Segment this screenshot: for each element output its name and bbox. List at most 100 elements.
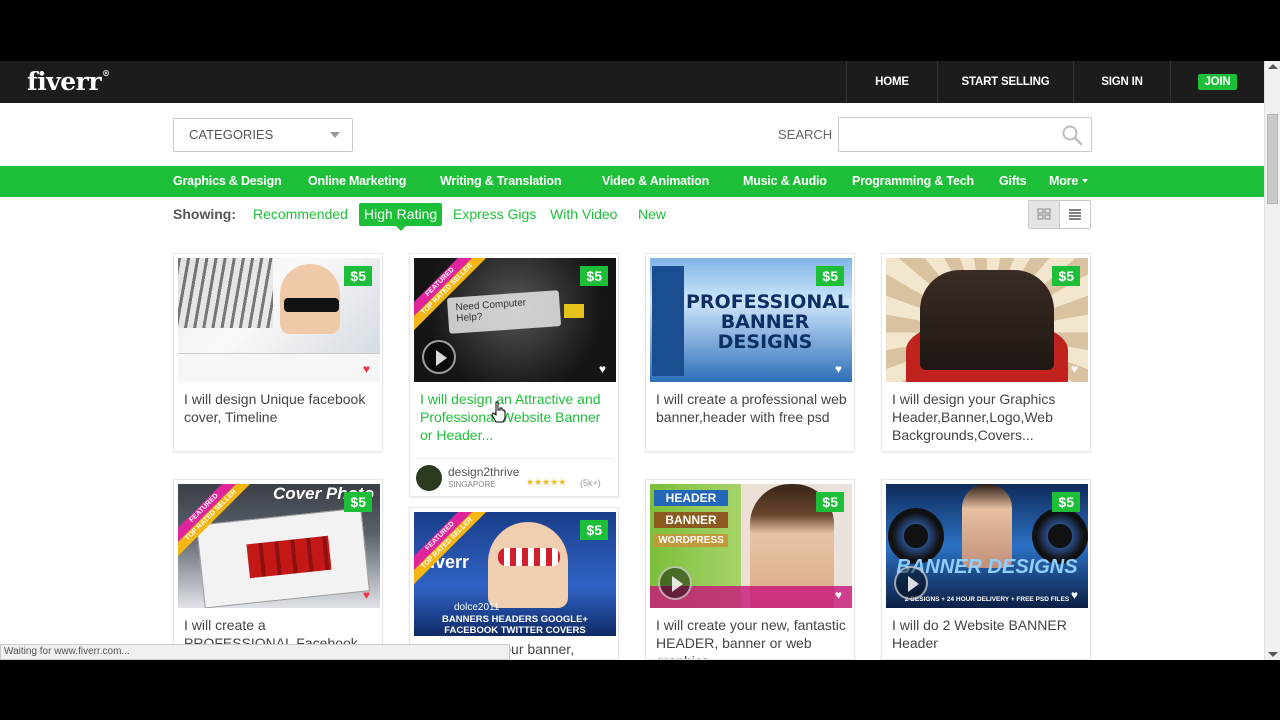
caret-down-icon <box>1082 179 1089 183</box>
gig-card[interactable]: fiverr dolce2011 BANNERS HEADERS GOOGLE+… <box>409 507 619 660</box>
gig-title[interactable]: I will create your new, fantastic HEADER… <box>656 616 848 659</box>
gig-card[interactable]: Need Computer Help? $5 ♥ FEATURED TOP RAT… <box>409 253 619 497</box>
gig-thumbnail[interactable]: HEADER BANNER WORDPRESS $5 ♥ <box>650 484 852 608</box>
filter-recommended[interactable]: Recommended <box>253 203 348 226</box>
category-video-animation[interactable]: Video & Animation <box>602 166 709 197</box>
play-icon[interactable] <box>658 566 692 600</box>
thumb-tag-stack: HEADER BANNER WORDPRESS <box>654 490 728 547</box>
gig-card[interactable]: PROFESSIONAL BANNER DESIGNS $5 ♥ I will … <box>645 253 855 452</box>
heart-icon[interactable]: ♥ <box>835 588 842 602</box>
hand-cursor-icon <box>491 401 506 423</box>
star-rating: ★★★★★ <box>526 477 567 487</box>
price-badge: $5 <box>344 492 372 512</box>
gig-thumbnail[interactable]: PROFESSIONAL BANNER DESIGNS $5 ♥ <box>650 258 852 382</box>
top-navigation-bar: fiverr® HOME START SELLING SIGN IN JOIN <box>0 61 1264 103</box>
gig-card[interactable]: BANNER DESIGNS 2 DESIGNS + 24 HOUR DELIV… <box>881 479 1091 660</box>
list-view-button[interactable] <box>1060 201 1090 228</box>
filter-express-gigs[interactable]: Express Gigs <box>453 203 536 226</box>
category-gifts[interactable]: Gifts <box>999 166 1027 197</box>
showing-label: Showing: <box>173 206 236 222</box>
category-online-marketing[interactable]: Online Marketing <box>308 166 406 197</box>
gig-thumbnail[interactable]: Cover Photo $5 ♥ FEATURED TOP RATED SELLE… <box>178 484 380 608</box>
thumb-glasses <box>284 298 339 312</box>
browser-status-bar: Waiting for www.fiverr.com... <box>0 644 510 660</box>
search-label: SEARCH <box>778 127 833 142</box>
heart-icon[interactable]: ♥ <box>835 362 842 376</box>
search-icon[interactable] <box>1061 124 1083 146</box>
avatar[interactable] <box>416 465 442 491</box>
thumb-tag: BANNER <box>654 512 728 528</box>
more-label: More <box>1049 174 1079 188</box>
play-icon[interactable] <box>422 340 456 374</box>
logo-text: fiverr <box>27 67 102 96</box>
price-badge: $5 <box>580 520 608 540</box>
thumb-collage <box>178 258 273 328</box>
seller-name[interactable]: design2thrive <box>448 465 519 479</box>
seller-info: design2thrive SINGAPORE ★★★★★ (5k+) <box>416 458 614 491</box>
gig-title[interactable]: I will design an Attractive and Professi… <box>420 390 612 444</box>
nav-sign-in[interactable]: SIGN IN <box>1073 61 1170 103</box>
scroll-up-arrow-icon[interactable] <box>1268 64 1278 69</box>
price-badge: $5 <box>344 266 372 286</box>
grid-icon <box>1037 208 1051 220</box>
heart-icon[interactable]: ♥ <box>1071 588 1078 602</box>
gig-title[interactable]: I will design your Graphics Header,Banne… <box>892 390 1084 444</box>
gig-thumbnail[interactable]: $5 ♥ <box>886 258 1088 382</box>
category-writing-translation[interactable]: Writing & Translation <box>440 166 561 197</box>
gig-card[interactable]: $5 ♥ I will design Unique facebook cover… <box>173 253 383 452</box>
scroll-down-arrow-icon[interactable] <box>1268 652 1278 657</box>
price-badge: $5 <box>1052 492 1080 512</box>
filter-high-rating[interactable]: High Rating <box>359 203 443 226</box>
filter-new[interactable]: New <box>638 203 666 226</box>
nav-home[interactable]: HOME <box>846 61 937 103</box>
categories-dropdown[interactable]: CATEGORIES <box>173 118 353 152</box>
heart-icon[interactable]: ♥ <box>599 362 606 376</box>
price-badge: $5 <box>816 266 844 286</box>
gig-card[interactable]: Cover Photo $5 ♥ FEATURED TOP RATED SELLE… <box>173 479 383 660</box>
thumb-tag: HEADER <box>654 490 728 506</box>
play-icon[interactable] <box>894 566 928 600</box>
gig-title[interactable]: I will design Unique facebook cover, Tim… <box>184 390 376 426</box>
active-filter-pointer <box>396 226 406 231</box>
thumb-profile-strip <box>178 353 380 382</box>
gig-card[interactable]: $5 ♥ I will design your Graphics Header,… <box>881 253 1091 452</box>
gig-thumbnail[interactable]: Need Computer Help? $5 ♥ FEATURED TOP RAT… <box>414 258 616 382</box>
join-button[interactable]: JOIN <box>1198 74 1237 90</box>
heart-icon[interactable]: ♥ <box>1071 362 1078 376</box>
thumb-flag-glasses <box>498 548 560 566</box>
heart-icon[interactable]: ♥ <box>363 362 370 376</box>
view-toggle <box>1028 200 1091 229</box>
browser-viewport: fiverr® HOME START SELLING SIGN IN JOIN … <box>0 61 1280 660</box>
filter-with-video[interactable]: With Video <box>550 203 617 226</box>
search-input[interactable] <box>838 117 1092 152</box>
nav-start-selling[interactable]: START SELLING <box>937 61 1073 103</box>
thumb-chip <box>564 304 584 318</box>
gig-thumbnail[interactable]: BANNER DESIGNS 2 DESIGNS + 24 HOUR DELIV… <box>886 484 1088 608</box>
category-programming-tech[interactable]: Programming & Tech <box>852 166 974 197</box>
seller-country: SINGAPORE <box>448 480 496 489</box>
gig-title[interactable]: I will do 2 Website BANNER Header <box>892 616 1084 652</box>
category-music-audio[interactable]: Music & Audio <box>743 166 827 197</box>
gig-card[interactable]: HEADER BANNER WORDPRESS $5 ♥ I will crea… <box>645 479 855 660</box>
fiverr-logo[interactable]: fiverr® <box>27 67 110 96</box>
chevron-down-icon <box>330 132 340 138</box>
scroll-thumb[interactable] <box>1267 114 1278 204</box>
gig-thumbnail[interactable]: fiverr dolce2011 BANNERS HEADERS GOOGLE+… <box>414 512 616 636</box>
thumb-band <box>920 270 1054 370</box>
registered-mark: ® <box>102 68 110 78</box>
thumb-tag: WORDPRESS <box>654 534 728 547</box>
category-graphics-design[interactable]: Graphics & Design <box>173 166 282 197</box>
price-badge: $5 <box>580 266 608 286</box>
category-bar: Graphics & Design Online Marketing Writi… <box>0 166 1264 197</box>
grid-view-button[interactable] <box>1029 201 1060 228</box>
gig-title[interactable]: I will create a professional web banner,… <box>656 390 848 426</box>
gig-thumbnail[interactable]: $5 ♥ <box>178 258 380 382</box>
thumb-dolce: dolce2011 <box>454 602 500 613</box>
heart-icon[interactable]: ♥ <box>363 588 370 602</box>
price-badge: $5 <box>816 492 844 512</box>
vertical-scrollbar[interactable] <box>1264 61 1280 660</box>
thumb-card-text: Need Computer Help? <box>446 290 562 334</box>
price-badge: $5 <box>1052 266 1080 286</box>
thumb-banner-text: PROFESSIONAL BANNER DESIGNS <box>686 291 850 353</box>
category-more[interactable]: More <box>1049 166 1089 197</box>
